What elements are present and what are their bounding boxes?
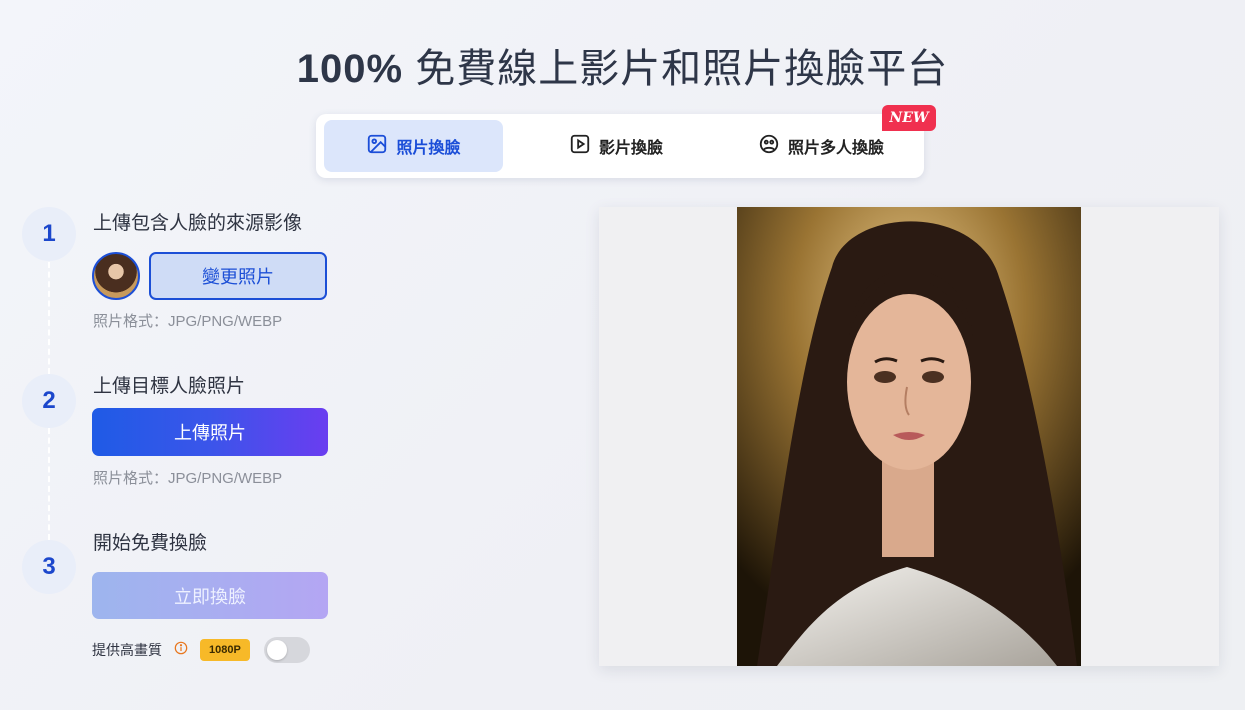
step-title-2: 上傳目標人臉照片 bbox=[93, 376, 246, 397]
page-title: 100% 免費線上影片和照片換臉平台 bbox=[0, 36, 1245, 94]
swap-now-button[interactable]: 立即換臉 bbox=[92, 572, 328, 619]
step-number-1: 1 bbox=[22, 207, 76, 261]
format-hint-1: 照片格式：JPG/PNG/WEBP bbox=[93, 313, 283, 330]
source-face-avatar[interactable] bbox=[92, 252, 140, 300]
upload-photo-button[interactable]: 上傳照片 bbox=[92, 408, 328, 456]
play-icon bbox=[569, 133, 591, 160]
new-badge: NEW bbox=[882, 105, 936, 131]
hq-option-row: 提供高畫質 1080P bbox=[92, 636, 310, 664]
mode-tabs: 照片換臉 影片換臉 照片多人換臉 bbox=[316, 114, 924, 178]
tab-multi-face-swap-label: 照片多人換臉 bbox=[787, 140, 884, 157]
preview-portrait-image bbox=[737, 207, 1081, 666]
step-number-2: 2 bbox=[22, 374, 76, 428]
info-icon[interactable] bbox=[162, 641, 188, 660]
hq-toggle[interactable] bbox=[263, 637, 310, 663]
tab-video-swap[interactable]: 影片換臉 bbox=[516, 120, 716, 172]
hq-label: 提供高畫質 bbox=[92, 642, 162, 658]
tab-photo-swap[interactable]: 照片換臉 bbox=[324, 120, 503, 172]
image-icon bbox=[366, 133, 388, 160]
resolution-badge: 1080P bbox=[200, 639, 250, 661]
tab-video-swap-label: 影片換臉 bbox=[598, 140, 663, 157]
page-title-rest: 免費線上影片和照片換臉平台 bbox=[403, 47, 949, 91]
format-hint-2: 照片格式：JPG/PNG/WEBP bbox=[93, 470, 283, 487]
change-photo-button[interactable]: 變更照片 bbox=[149, 252, 327, 300]
toggle-knob bbox=[266, 640, 287, 660]
tab-photo-swap-label: 照片換臉 bbox=[396, 140, 461, 157]
step-title-1: 上傳包含人臉的來源影像 bbox=[93, 213, 303, 234]
multi-face-icon bbox=[758, 133, 780, 160]
step-connector-1 bbox=[48, 262, 50, 374]
step-number-3: 3 bbox=[22, 540, 76, 594]
step-connector-2 bbox=[48, 428, 50, 540]
preview-panel bbox=[599, 207, 1219, 666]
step-title-3: 開始免費換臉 bbox=[93, 533, 208, 554]
page-title-bold: 100% bbox=[296, 47, 404, 91]
